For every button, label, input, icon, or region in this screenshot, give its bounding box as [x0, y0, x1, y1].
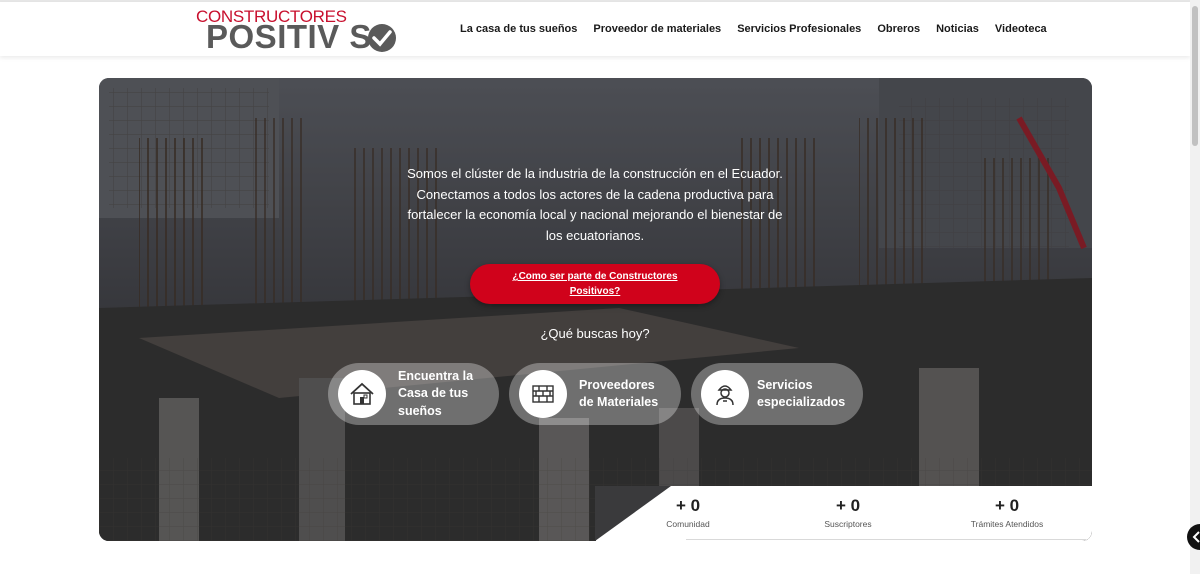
bricks-icon	[519, 370, 567, 418]
logo-bottom-text: POSITIV S	[206, 18, 372, 55]
stats-panel: + 0 Comunidad + 0 Suscriptores + 0 Trámi…	[595, 486, 1092, 541]
chevron-left-icon	[1192, 531, 1200, 543]
stat-comunidad-value: + 0	[675, 496, 701, 515]
stat-suscriptores-value: + 0	[835, 496, 861, 515]
search-question: ¿Qué buscas hoy?	[540, 326, 650, 341]
option-servicios-label: Servicios especializados	[757, 377, 846, 410]
site-header: CONSTRUCTORES POSITIV S La casa de tus s…	[0, 2, 1190, 56]
floating-action-button[interactable]	[1187, 524, 1200, 550]
page-scrollbar[interactable]	[1190, 0, 1200, 574]
stat-tramites-value: + 0	[994, 496, 1020, 515]
check-icon	[368, 24, 396, 52]
option-casa-suenos[interactable]: Encuentra la Casa de tus sueños	[328, 363, 499, 425]
nav-videoteca[interactable]: Videoteca	[995, 23, 1047, 35]
nav-casa-suenos[interactable]: La casa de tus sueños	[460, 23, 577, 35]
hero-overlay	[99, 78, 1092, 541]
stat-tramites-label: Trámites Atendidos	[970, 519, 1044, 529]
nav-noticias[interactable]: Noticias	[936, 23, 979, 35]
main-nav: La casa de tus sueños Proveedor de mater…	[460, 23, 1047, 35]
nav-obreros[interactable]: Obreros	[877, 23, 920, 35]
option-servicios-especializados[interactable]: Servicios especializados	[691, 363, 863, 425]
stat-comunidad-label: Comunidad	[666, 519, 710, 529]
house-icon	[338, 370, 386, 418]
stat-comunidad: + 0 Comunidad	[628, 496, 748, 529]
option-proveedores-materiales[interactable]: Proveedores de Materiales	[509, 363, 681, 425]
hero-banner: Somos el clúster de la industria de la c…	[99, 78, 1092, 541]
scrollbar-thumb[interactable]	[1192, 6, 1198, 146]
stat-tramites: + 0 Trámites Atendidos	[947, 496, 1067, 529]
stats-divider	[686, 539, 1086, 540]
stat-suscriptores: + 0 Suscriptores	[788, 496, 908, 529]
join-cta-button[interactable]: ¿Como ser parte de Constructores Positiv…	[470, 264, 720, 304]
nav-servicios-profesionales[interactable]: Servicios Profesionales	[737, 23, 861, 35]
stat-suscriptores-label: Suscriptores	[824, 519, 872, 529]
worker-icon	[701, 370, 749, 418]
option-proveedores-label: Proveedores de Materiales	[579, 377, 659, 410]
option-casa-suenos-label: Encuentra la Casa de tus sueños	[398, 368, 474, 418]
site-logo[interactable]: CONSTRUCTORES POSITIV S	[196, 8, 401, 54]
nav-proveedor-materiales[interactable]: Proveedor de materiales	[593, 23, 721, 35]
hero-intro-text: Somos el clúster de la industria de la c…	[407, 166, 783, 243]
